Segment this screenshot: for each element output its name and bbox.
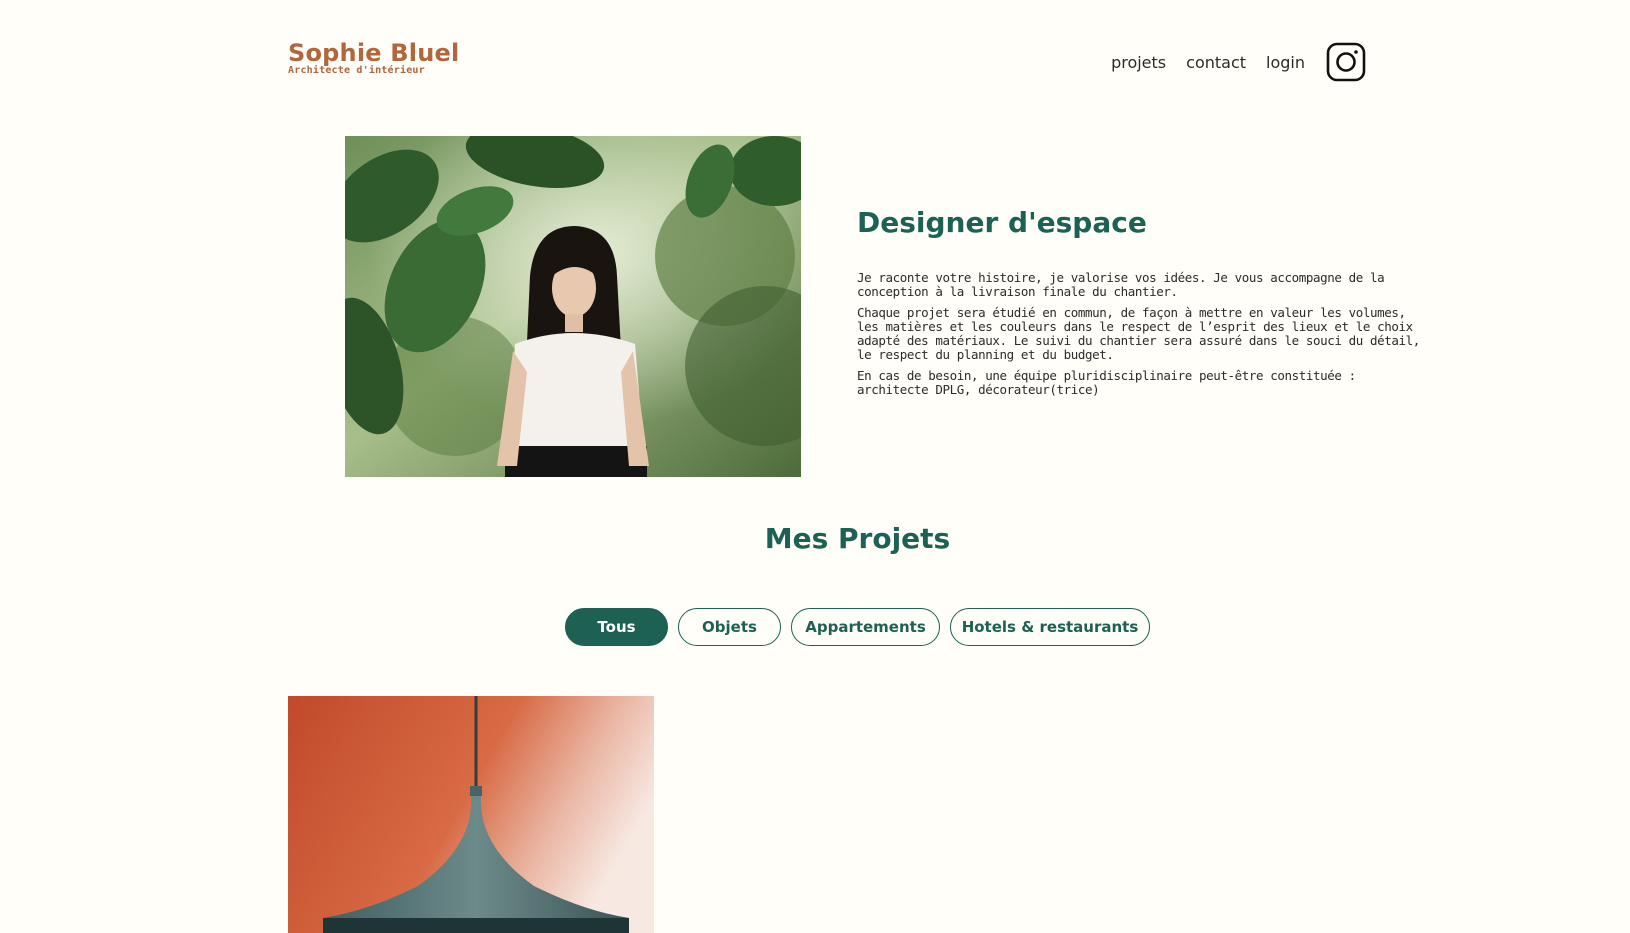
introduction-paragraph: Je raconte votre histoire, je valorise v… xyxy=(857,270,1385,299)
nav-link-login[interactable]: login xyxy=(1266,53,1305,72)
category-filters: Tous Objets Appartements Hotels & restau… xyxy=(565,608,1160,646)
filter-button-objets[interactable]: Objets xyxy=(678,608,781,646)
nav-link-projets[interactable]: projets xyxy=(1111,53,1166,72)
nav-link-contact[interactable]: contact xyxy=(1186,53,1246,72)
logo-title: Sophie Bluel xyxy=(288,39,460,67)
architect-portrait-image xyxy=(345,136,801,477)
filter-button-appartements[interactable]: Appartements xyxy=(791,608,940,646)
introduction-paragraph: En cas de besoin, une équipe pluridiscip… xyxy=(857,368,1356,397)
projects-title: Mes Projets xyxy=(764,522,951,555)
introduction-title: Designer d'espace xyxy=(857,206,1147,239)
introduction-paragraph: Chaque projet sera étudié en commun, de … xyxy=(857,305,1420,362)
instagram-icon[interactable] xyxy=(1326,42,1366,82)
main-nav: projets contact login xyxy=(1111,42,1366,82)
project-card[interactable] xyxy=(288,696,654,933)
pendant-lamp-image xyxy=(288,696,654,933)
introduction-text: Designer d'espace Je raconte votre histo… xyxy=(857,206,1431,404)
filter-button-hotels-restaurants[interactable]: Hotels & restaurants xyxy=(950,608,1150,646)
filter-button-tous[interactable]: Tous xyxy=(565,608,668,646)
logo[interactable]: Sophie Bluel Architecte d'intérieur xyxy=(288,40,459,76)
